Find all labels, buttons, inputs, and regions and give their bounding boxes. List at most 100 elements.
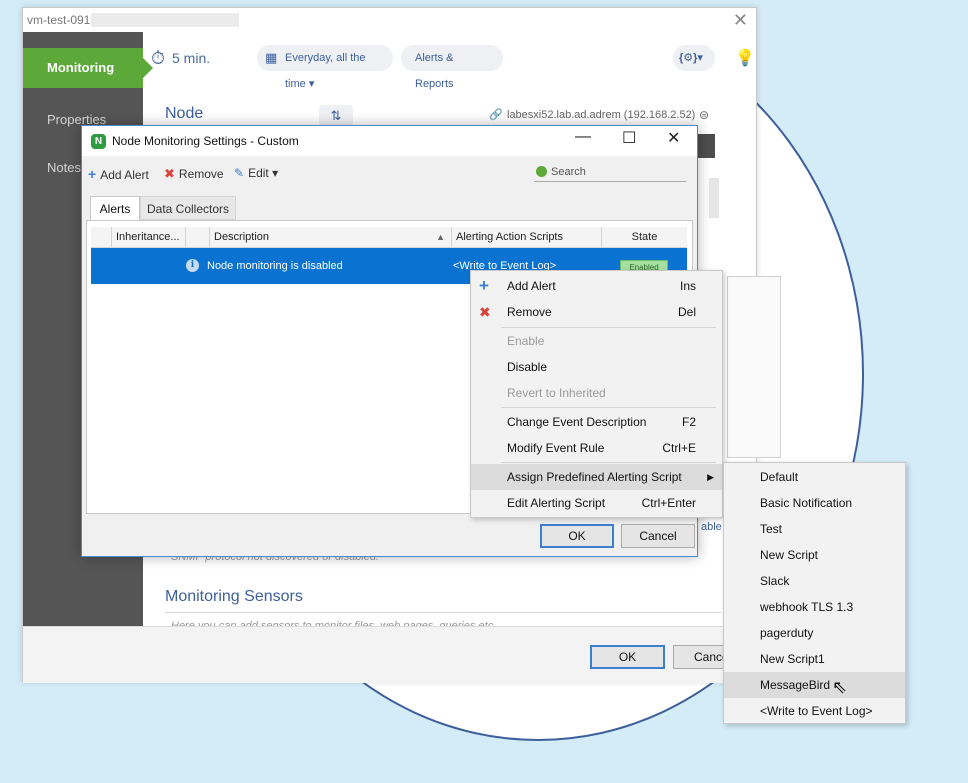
submenu-item-label: Slack [760,574,790,588]
partial-link-text[interactable]: able [701,521,722,533]
menu-item-shortcut: Ins [679,279,696,293]
timer-icon[interactable]: ⏱ [151,48,165,69]
close-icon[interactable]: ✕ [733,8,748,32]
grid-header-cell [91,227,111,247]
link-icon: 🔗 [489,109,503,121]
menu-item-label: Enable [507,334,545,348]
tab-alerts[interactable]: Alerts [90,196,140,220]
submenu-item[interactable]: New Script [724,542,905,568]
submenu-item[interactable]: New Script1 [724,646,905,672]
main-ok-button[interactable]: OK [590,645,665,669]
menu-item-remove[interactable]: ✖ Remove Del [471,299,722,325]
col-state[interactable]: State [601,227,687,247]
edit-dropdown[interactable]: ✎ Edit ▾ [234,166,278,180]
calendar-icon: ▦ [265,50,278,65]
close-icon[interactable]: ✕ [667,128,680,148]
menu-item-add-alert[interactable]: + Add Alert Ins [471,273,722,299]
submenu-item-label: MessageBird [760,678,831,692]
sidebar-item-monitoring[interactable]: Monitoring [23,48,153,88]
main-footer: OK Cance [23,626,756,683]
menu-item-shortcut: Ctrl+Enter [641,496,696,510]
submenu-item-hovered[interactable]: MessageBird [724,672,905,698]
context-menu: + Add Alert Ins ✖ Remove Del Enable Disa… [470,270,723,518]
submenu-item[interactable]: webhook TLS 1.3 [724,594,905,620]
col-inheritance[interactable]: Inheritance... [111,227,185,247]
menu-item-label: Remove [507,305,552,319]
menu-separator [501,462,716,463]
mouse-cursor-icon: ⇖ [832,677,848,697]
menu-item-label: Revert to Inherited [507,386,606,400]
dialog-cancel-button[interactable]: Cancel [621,524,695,548]
search-placeholder: Search [551,166,586,178]
menu-item-shortcut: Ctrl+E [662,441,696,455]
plus-icon: + [88,166,97,182]
sort-up-icon: ▲ [436,232,445,242]
submenu-item[interactable]: Test [724,516,905,542]
submenu-item[interactable]: pagerduty [724,620,905,646]
main-window-title: vm-test-091 [27,13,91,27]
info-icon: i [186,259,199,272]
submenu-item-label: Test [760,522,783,536]
menu-item-modify-rule[interactable]: Modify Event Rule Ctrl+E [471,435,722,461]
menu-item-label: Edit Alerting Script [507,496,606,510]
node-address[interactable]: labesxi52.lab.ad.adrem (192.168.2.52) [507,109,695,121]
monitoring-sensors-heading: Monitoring Sensors [165,588,303,605]
menu-item-shortcut: F2 [681,415,696,429]
grid-header: Inheritance... Description ▲ Alerting Ac… [91,227,687,248]
add-alert-button[interactable]: + Add Alert [88,166,149,182]
predefined-scripts-submenu: Default Basic Notification Test New Scri… [723,462,906,724]
x-icon: ✖ [164,166,175,181]
menu-item-change-description[interactable]: Change Event Description F2 [471,409,722,435]
redacted-title-area [91,13,239,27]
pencil-icon: ✎ [234,166,245,180]
tab-data-collectors[interactable]: Data Collectors [140,196,236,220]
col-icon [185,227,209,247]
address-menu-icon[interactable]: ⊜ [699,108,709,122]
menu-item-edit-script[interactable]: Edit Alerting Script Ctrl+Enter [471,490,722,516]
script-menu-button[interactable]: {⚙}▾ [673,45,715,71]
mute-alerts-icon[interactable]: ⇅ [319,105,353,127]
menu-item-label: Change Event Description [507,415,647,429]
submenu-item[interactable]: Slack [724,568,905,594]
dialog-title-bar: N Node Monitoring Settings - Custom — ☐ … [82,126,697,156]
remove-label: Remove [178,167,224,181]
sidebar-item-label: Monitoring [47,60,115,75]
submenu-item-label: New Script1 [760,652,825,666]
dialog-ok-button[interactable]: OK [540,524,614,548]
interval-label[interactable]: 5 min. [172,50,210,66]
main-title-bar: vm-test-091 ✕ [23,8,756,32]
schedule-dropdown[interactable]: ▦ Everyday, all the time ▾ [257,45,393,90]
chevron-right-icon: ▶ [707,472,714,482]
remove-button[interactable]: ✖ Remove [164,166,224,182]
menu-item-assign-script[interactable]: Assign Predefined Alerting Script ▶ [471,464,722,490]
search-icon [536,166,547,177]
schedule-label: Everyday, all the time ▾ [285,52,366,90]
submenu-item-label: webhook TLS 1.3 [760,600,854,614]
add-alert-label: Add Alert [100,168,149,182]
background-panel [727,276,781,458]
submenu-item-label: New Script [760,548,819,562]
submenu-item-label: pagerduty [760,626,814,640]
col-description[interactable]: Description ▲ [209,227,451,247]
col-description-label: Description [214,231,270,243]
plus-icon: + [479,276,489,295]
menu-item-enable: Enable [471,328,722,354]
side-scroll-area [709,178,719,218]
minimize-icon[interactable]: — [575,128,591,146]
menu-item-label: Assign Predefined Alerting Script [507,470,682,484]
node-heading: Node [165,105,204,122]
search-input[interactable]: Search [534,163,686,182]
submenu-item[interactable]: <Write to Event Log> [724,698,905,724]
app-logo-icon: N [91,134,106,149]
dialog-title: Node Monitoring Settings - Custom [112,134,299,148]
row-description: Node monitoring is disabled [207,260,343,272]
submenu-item[interactable]: Default [724,464,905,490]
submenu-item[interactable]: Basic Notification [724,490,905,516]
alerts-reports-button[interactable]: Alerts & Reports [401,45,503,90]
lightbulb-icon[interactable]: 💡 [735,48,755,68]
menu-item-disable[interactable]: Disable [471,354,722,380]
menu-item-label: Disable [507,360,548,374]
maximize-icon[interactable]: ☐ [622,128,636,148]
col-scripts[interactable]: Alerting Action Scripts [451,227,601,247]
x-icon: ✖ [479,304,491,320]
